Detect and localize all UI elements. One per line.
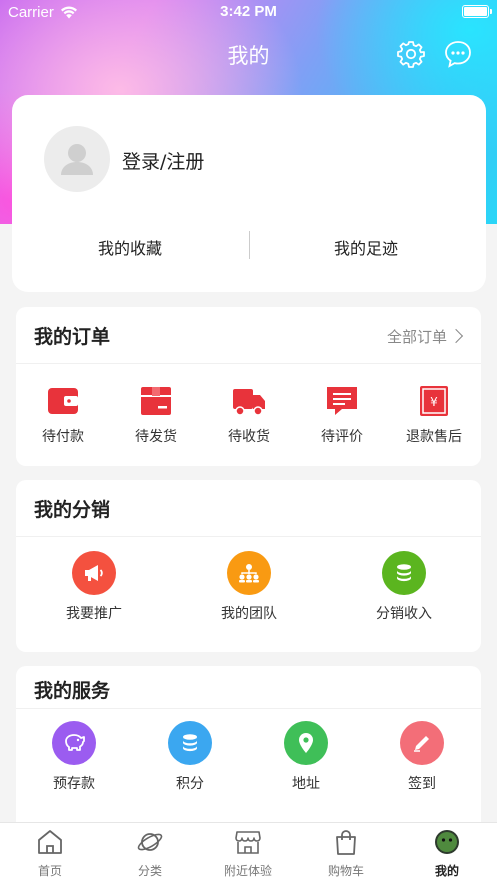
piggy-bank-icon	[52, 721, 96, 765]
tab-label: 购物车	[327, 864, 364, 878]
tab-cart[interactable]: 购物车	[306, 829, 386, 879]
my-footprints-link[interactable]: 我的足迹	[266, 235, 466, 259]
profile-card: 登录/注册 我的收藏 我的足迹	[12, 95, 486, 292]
order-refund[interactable]: ¥ 退款售后	[384, 384, 484, 446]
promote-button[interactable]: 我要推广	[44, 551, 144, 623]
order-label: 待收货	[228, 429, 270, 445]
order-pending-shipment[interactable]: 待发货	[106, 384, 206, 446]
all-orders-label: 全部订单	[386, 328, 447, 346]
location-pin-icon	[284, 721, 328, 765]
truck-icon	[199, 384, 299, 418]
tab-nearby[interactable]: 附近体验	[208, 829, 288, 879]
order-label: 待发货	[135, 429, 177, 445]
profile-avatar-icon	[435, 830, 459, 854]
service-label: 签到	[408, 776, 436, 792]
wallet-icon	[13, 384, 113, 418]
all-orders-link[interactable]: 全部订单	[386, 326, 464, 347]
order-label: 待评价	[321, 429, 363, 445]
megaphone-icon	[72, 551, 116, 595]
status-time: 3:42 PM	[220, 3, 277, 20]
tab-home[interactable]: 首页	[10, 829, 90, 879]
distribution-card: 我的分销 我要推广 我的团队 分销收入	[16, 480, 481, 652]
divider	[249, 231, 250, 259]
points-icon	[168, 721, 212, 765]
tab-label: 首页	[37, 864, 62, 878]
divider	[16, 363, 481, 364]
distribution-label: 我的团队	[221, 606, 277, 622]
tab-category[interactable]: 分类	[110, 829, 190, 879]
order-pending-receipt[interactable]: 待收货	[199, 384, 299, 446]
status-bar: Carrier 3:42 PM	[0, 0, 497, 26]
gear-icon[interactable]	[396, 39, 426, 69]
orders-card: 我的订单 全部订单 待付款 待发货 待收货 待评价 ¥ 退款售后	[16, 307, 481, 466]
prepaid-deposit-button[interactable]: 预存款	[24, 721, 124, 793]
tab-label: 我的	[434, 864, 459, 878]
chevron-right-icon	[448, 328, 464, 344]
orders-title: 我的订单	[34, 326, 111, 348]
points-button[interactable]: 积分	[140, 721, 240, 793]
distribution-title: 我的分销	[34, 499, 111, 521]
svg-text:¥: ¥	[430, 395, 438, 409]
pencil-icon	[400, 721, 444, 765]
package-icon	[106, 384, 206, 418]
order-pending-payment[interactable]: 待付款	[13, 384, 113, 446]
tab-bar: 首页 分类 附近体验 购物车 我的	[0, 822, 497, 883]
service-label: 地址	[292, 776, 320, 792]
distribution-label: 我要推广	[66, 606, 122, 622]
battery-icon	[462, 5, 492, 18]
services-title: 我的服务	[34, 680, 111, 702]
store-icon	[235, 831, 261, 854]
distribution-label: 分销收入	[376, 606, 432, 622]
home-icon	[38, 830, 62, 854]
divider	[16, 536, 481, 537]
divider	[16, 708, 481, 709]
shopping-bag-icon	[336, 830, 356, 855]
order-pending-review[interactable]: 待评价	[292, 384, 392, 446]
check-in-button[interactable]: 签到	[372, 721, 472, 793]
tab-label: 附近体验	[223, 864, 272, 878]
login-register-link[interactable]: 登录/注册	[122, 147, 204, 174]
team-icon	[227, 551, 271, 595]
coins-icon	[382, 551, 426, 595]
tab-profile[interactable]: 我的	[407, 829, 487, 879]
chat-bubble-icon[interactable]	[443, 39, 473, 69]
planet-icon	[137, 833, 163, 851]
refund-icon: ¥	[384, 384, 484, 418]
my-favorites-link[interactable]: 我的收藏	[30, 235, 230, 259]
distribution-income-button[interactable]: 分销收入	[354, 551, 454, 623]
service-label: 预存款	[53, 776, 95, 792]
address-button[interactable]: 地址	[256, 721, 356, 793]
order-label: 退款售后	[406, 429, 462, 445]
my-team-button[interactable]: 我的团队	[199, 551, 299, 623]
comment-icon	[292, 384, 392, 418]
tab-label: 分类	[137, 864, 162, 878]
order-label: 待付款	[42, 429, 84, 445]
avatar[interactable]	[44, 126, 110, 192]
service-label: 积分	[176, 776, 204, 792]
